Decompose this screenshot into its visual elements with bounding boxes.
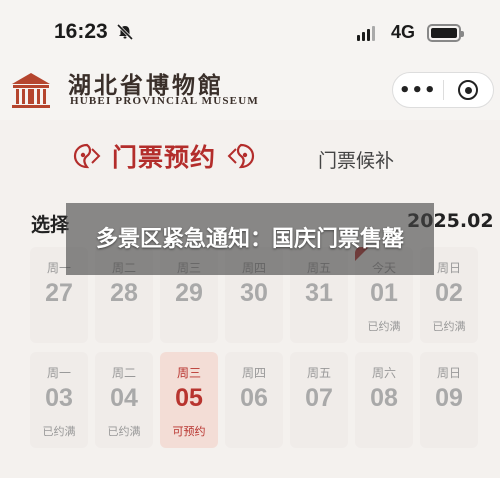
calendar-day[interactable]: 周五 07	[290, 352, 348, 448]
day-number: 27	[45, 279, 73, 307]
battery-icon	[427, 24, 464, 42]
day-status: 已约满	[367, 320, 401, 333]
select-date-label: 选择	[31, 214, 70, 236]
day-number: 08	[370, 384, 398, 412]
bell-slash-icon	[116, 24, 134, 40]
date-calendar: 周一27周二28周三29周四30周五31今天01已约满周日02已约满周一03已约…	[30, 247, 478, 448]
network-type: 4G	[391, 22, 416, 42]
day-of-week: 周四	[241, 366, 266, 380]
ticket-tabs: 门票预约 门票候补	[0, 128, 500, 188]
bronze-ornament-left-icon	[73, 143, 101, 169]
day-of-week: 周一	[46, 366, 71, 380]
day-number: 09	[435, 384, 463, 412]
close-mini-program-button[interactable]	[443, 80, 493, 100]
signal-icon	[357, 25, 375, 41]
museum-logo-icon	[12, 73, 50, 108]
bronze-ornament-right-icon	[227, 143, 255, 169]
day-number: 30	[240, 279, 268, 307]
target-icon	[458, 80, 479, 100]
day-number: 06	[240, 384, 268, 412]
day-of-week: 周六	[371, 366, 396, 380]
tab-ticket-waitlist[interactable]: 门票候补	[318, 146, 394, 173]
calendar-day[interactable]: 周四 06	[225, 352, 283, 448]
day-number: 04	[110, 384, 138, 412]
mini-program-capsule: •••	[392, 72, 494, 108]
day-of-week: 周二	[111, 366, 136, 380]
calendar-day[interactable]: 周日 09	[420, 352, 478, 448]
museum-name-en: HUBEI PROVINCIAL MUSEUM	[70, 95, 259, 107]
day-number: 01	[370, 279, 398, 307]
more-menu-button[interactable]: •••	[393, 80, 443, 101]
day-number: 07	[305, 384, 333, 412]
day-status: 已约满	[107, 425, 141, 438]
calendar-day[interactable]: 周二 04 已约满	[95, 352, 153, 448]
day-number: 03	[45, 384, 73, 412]
day-of-week: 周五	[306, 366, 331, 380]
calendar-day[interactable]: 周六 08	[355, 352, 413, 448]
calendar-day[interactable]: 周一 03 已约满	[30, 352, 88, 448]
day-of-week: 周日	[436, 366, 461, 380]
day-of-week: 周三	[176, 366, 201, 380]
day-number: 05	[175, 384, 203, 412]
app-header: 湖北省博物館 HUBEI PROVINCIAL MUSEUM •••	[0, 64, 500, 120]
status-bar: 16:23 4G	[0, 0, 500, 64]
tab-label: 门票预约	[112, 143, 217, 172]
day-number: 28	[110, 279, 138, 307]
day-number: 31	[305, 279, 333, 307]
banner-text: 多景区紧急通知：国庆门票售罄	[95, 226, 404, 252]
calendar-day[interactable]: 周三 05 可预约	[160, 352, 218, 448]
day-number: 02	[435, 279, 463, 307]
day-status: 可预约	[172, 425, 206, 438]
status-time: 16:23	[54, 20, 108, 43]
day-status: 已约满	[432, 320, 466, 333]
day-status: 已约满	[42, 425, 76, 438]
tab-ticket-reservation[interactable]: 门票预约	[72, 138, 256, 174]
news-banner: 多景区紧急通知：国庆门票售罄	[66, 203, 434, 275]
day-number: 29	[175, 279, 203, 307]
